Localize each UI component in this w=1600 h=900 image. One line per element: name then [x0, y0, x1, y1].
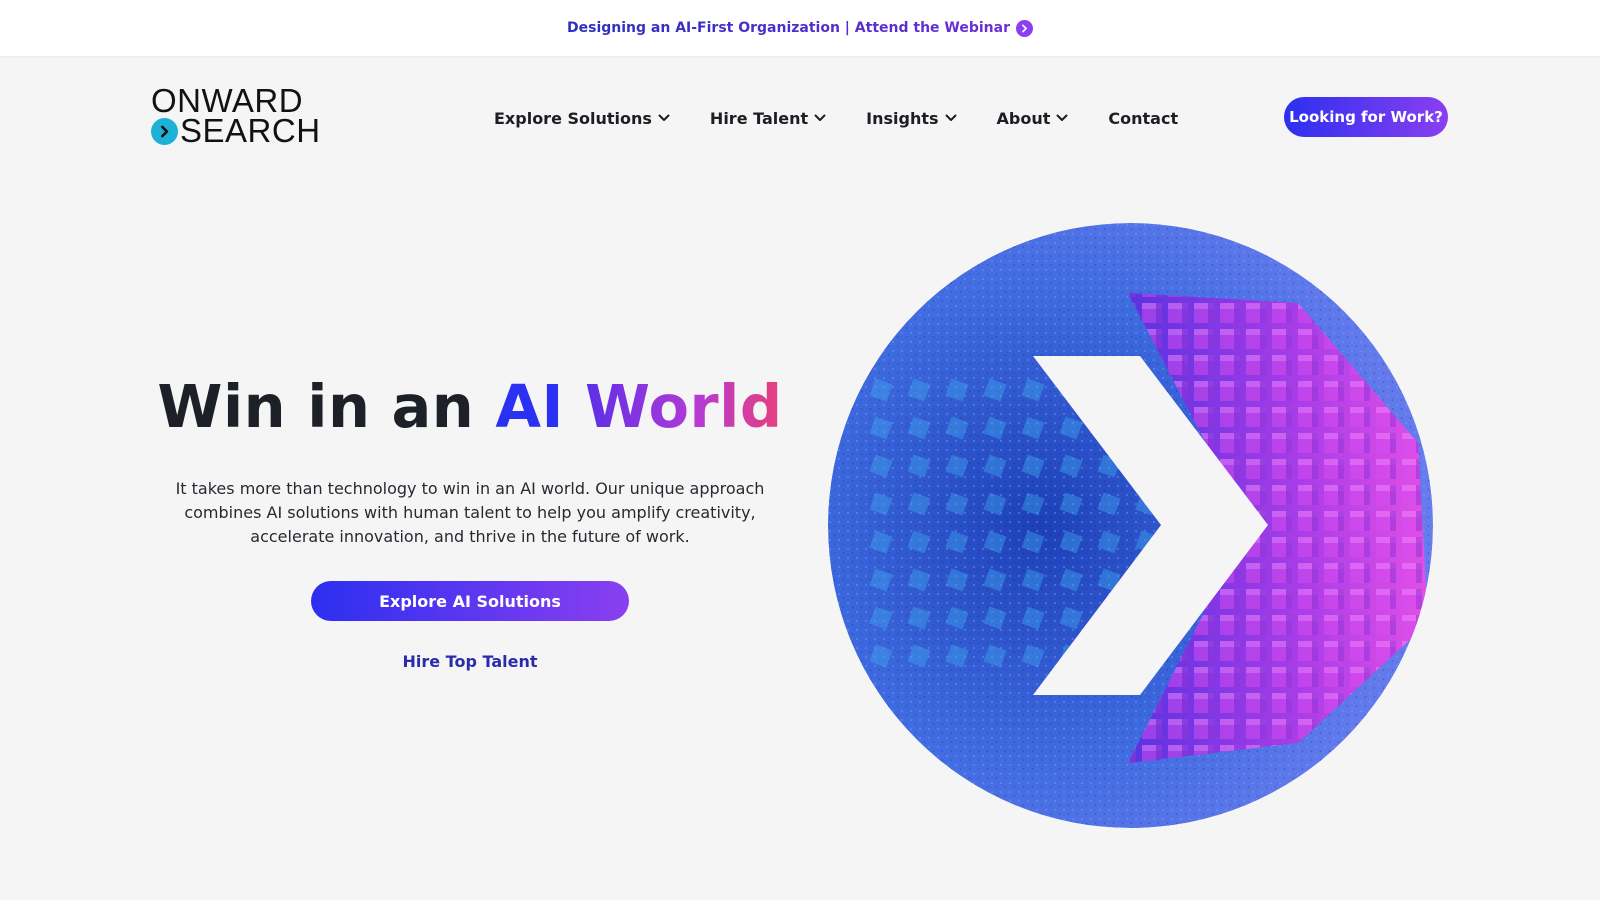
explore-ai-solutions-button[interactable]: Explore AI Solutions — [311, 581, 629, 621]
nav-item-label: About — [996, 108, 1051, 128]
chevron-right-circle-icon — [1015, 19, 1033, 37]
logo-chevron-icon — [151, 117, 178, 145]
arrow-chevron-particles-illustration — [828, 223, 1433, 828]
looking-for-work-button[interactable]: Looking for Work? — [1284, 97, 1448, 137]
chevron-down-icon — [658, 114, 670, 121]
announcement-bar: Designing an AI-First Organization | Att… — [0, 0, 1600, 56]
hero-chevron-illustration — [828, 223, 1433, 828]
nav-item-label: Insights — [866, 108, 939, 128]
chevron-down-icon — [1056, 114, 1068, 121]
hero-title: Win in an AI World — [150, 372, 790, 441]
nav-item-insights[interactable]: Insights — [866, 108, 957, 128]
nav-item-about[interactable]: About — [997, 109, 1069, 128]
announcement-text: Designing an AI-First Organization | Att… — [567, 20, 1010, 36]
main-navigation: Explore Solutions Hire Talent Insights A… — [494, 104, 1178, 132]
nav-item-label: Hire Talent — [709, 108, 809, 128]
chevron-down-icon — [814, 114, 826, 121]
hero-description: It takes more than technology to win in … — [175, 479, 765, 546]
hero-title-world: World — [585, 372, 783, 441]
nav-item-label: Contact — [1108, 108, 1179, 128]
chevron-down-icon — [945, 114, 957, 121]
webinar-announcement-link[interactable]: Designing an AI-First Organization | Att… — [567, 19, 1033, 37]
hero-title-prefix: Win in an — [157, 372, 475, 441]
hero-title-ai: AI — [495, 372, 564, 441]
nav-item-label: Explore Solutions — [494, 108, 652, 128]
logo-second-line: SEARCH — [151, 112, 321, 149]
nav-item-explore-solutions[interactable]: Explore Solutions — [494, 109, 670, 128]
logo-word-search: SEARCH — [180, 112, 321, 149]
nav-item-contact[interactable]: Contact — [1108, 109, 1178, 128]
hire-top-talent-link[interactable]: Hire Top Talent — [310, 652, 630, 671]
nav-item-hire-talent[interactable]: Hire Talent — [710, 109, 826, 128]
onward-search-logo[interactable]: ONWARD SEARCH — [151, 84, 320, 148]
